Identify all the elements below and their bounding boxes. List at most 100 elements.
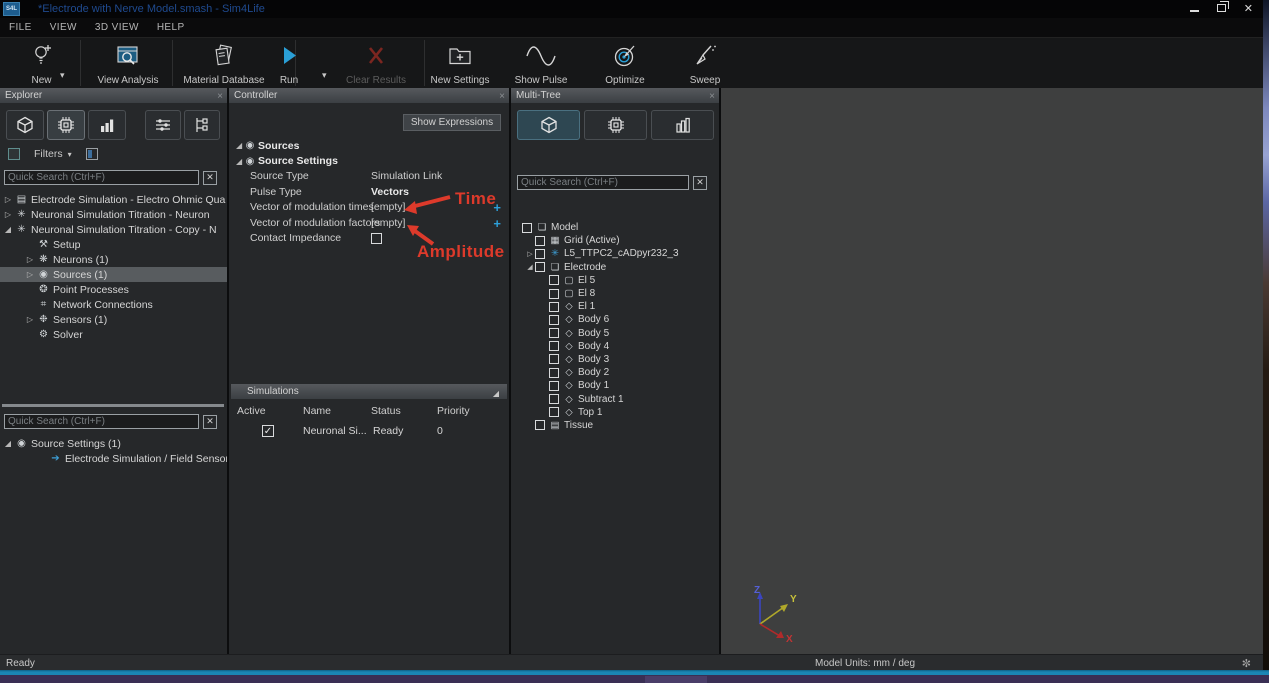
expander-icon[interactable]: ▷ [2, 210, 14, 219]
explorer-bottom-search-clear-button[interactable]: ✕ [203, 415, 217, 429]
menu-item-help[interactable]: HELP [148, 22, 194, 33]
visibility-checkbox[interactable] [549, 368, 559, 378]
explorer-tab-simulation[interactable] [47, 110, 85, 140]
expander-icon[interactable]: ▷ [2, 195, 14, 204]
tree-item[interactable]: ➔ Electrode Simulation / Field Sensor S [0, 451, 227, 466]
menu-item-view[interactable]: VIEW [41, 22, 86, 33]
visibility-checkbox[interactable] [549, 328, 559, 338]
model-tree-item[interactable]: ◇ Body 1 [511, 379, 719, 392]
add-vector-button[interactable]: + [493, 216, 501, 231]
explorer-bottom-search-input[interactable] [4, 414, 199, 429]
multi-tree-tab-simulation[interactable] [584, 110, 647, 140]
menu-item-3d-view[interactable]: 3D VIEW [86, 22, 148, 33]
model-tree-item[interactable]: ◢ ❏ Electrode [511, 261, 719, 274]
sweep-button[interactable]: Sweep [676, 41, 734, 86]
explorer-tab-model[interactable] [6, 110, 44, 140]
show-expressions-button[interactable]: Show Expressions [403, 114, 501, 131]
visibility-checkbox[interactable] [535, 249, 545, 259]
visibility-checkbox[interactable] [549, 315, 559, 325]
tree-item[interactable]: ⚒ Setup [0, 237, 227, 252]
model-tree-item[interactable]: ◇ Body 2 [511, 366, 719, 379]
simulation-active-checkbox[interactable]: ✓ [262, 425, 274, 437]
simulations-section-header[interactable]: Simulations ◢ [231, 384, 507, 399]
panel-view-icon[interactable] [86, 148, 98, 160]
tree-item[interactable]: ◢ ◉ Source Settings (1) [0, 436, 227, 451]
tree-item[interactable]: ▷ ✳ Neuronal Simulation Titration - Neur… [0, 207, 227, 222]
new-settings-button[interactable]: New Settings [420, 41, 500, 86]
view-analysis-button[interactable]: View Analysis [88, 41, 168, 86]
expander-icon[interactable]: ▷ [24, 270, 36, 279]
model-tree-item[interactable]: ◇ El 1 [511, 300, 719, 313]
model-tree-item[interactable]: ◇ Body 6 [511, 313, 719, 326]
property-value[interactable]: Simulation Link [371, 170, 442, 182]
visibility-checkbox[interactable] [549, 275, 559, 285]
multi-tree-tab-model[interactable] [517, 110, 580, 140]
visibility-checkbox[interactable] [549, 381, 559, 391]
controller-group-row[interactable]: ◢ ◉ Sources [229, 138, 509, 154]
multi-tree-close-icon[interactable]: × [709, 89, 715, 104]
explorer-tab-analysis[interactable] [88, 110, 126, 140]
explorer-panel-header[interactable]: Explorer × [0, 88, 227, 103]
show-pulse-button[interactable]: Show Pulse [505, 41, 577, 86]
resize-grip-icon[interactable]: ✼ [1242, 657, 1251, 670]
expander-icon[interactable]: ▷ [24, 315, 36, 324]
tree-item[interactable]: ◢ ✳ Neuronal Simulation Titration - Copy… [0, 222, 227, 237]
model-tree-item[interactable]: ◇ Top 1 [511, 406, 719, 419]
expander-icon[interactable]: ▷ [525, 250, 535, 258]
tree-item[interactable]: ▷ ❉ Sensors (1) [0, 312, 227, 327]
new-dropdown-caret[interactable]: ▾ [60, 70, 65, 81]
visibility-checkbox[interactable] [549, 354, 559, 364]
expander-icon[interactable]: ▷ [24, 255, 36, 264]
expander-icon[interactable]: ◢ [2, 225, 14, 234]
simulations-collapse-icon[interactable]: ◢ [493, 386, 499, 401]
explorer-search-input[interactable] [4, 170, 199, 185]
model-tree-item[interactable]: ▢ El 8 [511, 287, 719, 300]
restore-button[interactable] [1217, 4, 1226, 14]
minimize-button[interactable] [1190, 4, 1199, 14]
3d-viewport[interactable]: Z Y X [721, 88, 1263, 654]
model-tree-item[interactable]: ▷ ✳ L5_TTPC2_cADpyr232_3 [511, 247, 719, 260]
model-tree-item[interactable]: ◇ Body 5 [511, 327, 719, 340]
filters-checkbox[interactable] [8, 148, 20, 160]
run-button[interactable]: Run [258, 41, 320, 86]
controller-close-icon[interactable]: × [499, 89, 505, 104]
visibility-checkbox[interactable] [549, 289, 559, 299]
explorer-close-icon[interactable]: × [217, 89, 223, 104]
visibility-checkbox[interactable] [535, 236, 545, 246]
contact-impedance-checkbox[interactable] [371, 233, 382, 244]
expander-icon[interactable]: ◢ [525, 263, 535, 271]
visibility-checkbox[interactable] [549, 394, 559, 404]
visibility-checkbox[interactable] [549, 407, 559, 417]
tree-item[interactable]: ⌗ Network Connections [0, 297, 227, 312]
visibility-checkbox[interactable] [522, 223, 532, 233]
visibility-checkbox[interactable] [535, 262, 545, 272]
run-dropdown-caret[interactable]: ▾ [322, 70, 327, 81]
menu-item-file[interactable]: FILE [0, 22, 41, 33]
model-tree-item[interactable]: ❏ Model [511, 221, 719, 234]
title-bar[interactable]: S4L *Electrode with Nerve Model.smash - … [0, 0, 1263, 18]
multi-tree-search-input[interactable] [517, 175, 689, 190]
controller-group-row[interactable]: ◢ ◉ Source Settings [229, 154, 509, 170]
visibility-checkbox[interactable] [535, 420, 545, 430]
tree-item[interactable]: ▷ ❋ Neurons (1) [0, 252, 227, 267]
expander-icon[interactable]: ◢ [229, 157, 242, 166]
model-tree-item[interactable]: ▦ Grid (Active) [511, 234, 719, 247]
filters-label[interactable]: Filters [34, 148, 63, 160]
property-value[interactable]: [empty] [371, 217, 405, 229]
model-tree-item[interactable]: ▤ Tissue [511, 419, 719, 432]
close-button[interactable]: ✕ [1244, 4, 1253, 14]
taskbar-button[interactable] [645, 676, 707, 683]
visibility-checkbox[interactable] [549, 302, 559, 312]
simulation-table-row[interactable]: ✓ Neuronal Si... Ready 0 [229, 424, 509, 440]
explorer-filter-options-button[interactable] [145, 110, 181, 140]
explorer-splitter[interactable] [2, 404, 224, 407]
visibility-checkbox[interactable] [549, 341, 559, 351]
filters-caret-icon[interactable]: ▾ [68, 150, 72, 159]
tree-item[interactable]: ▷ ▤ Electrode Simulation - Electro Ohmic… [0, 192, 227, 207]
model-tree-item[interactable]: ▢ El 5 [511, 274, 719, 287]
tree-item[interactable]: ▷ ◉ Sources (1) [0, 267, 227, 282]
controller-panel-header[interactable]: Controller × [229, 88, 509, 103]
optimize-button[interactable]: Optimize [592, 41, 658, 86]
property-value[interactable]: [empty] [371, 201, 405, 213]
explorer-search-clear-button[interactable]: ✕ [203, 171, 217, 185]
